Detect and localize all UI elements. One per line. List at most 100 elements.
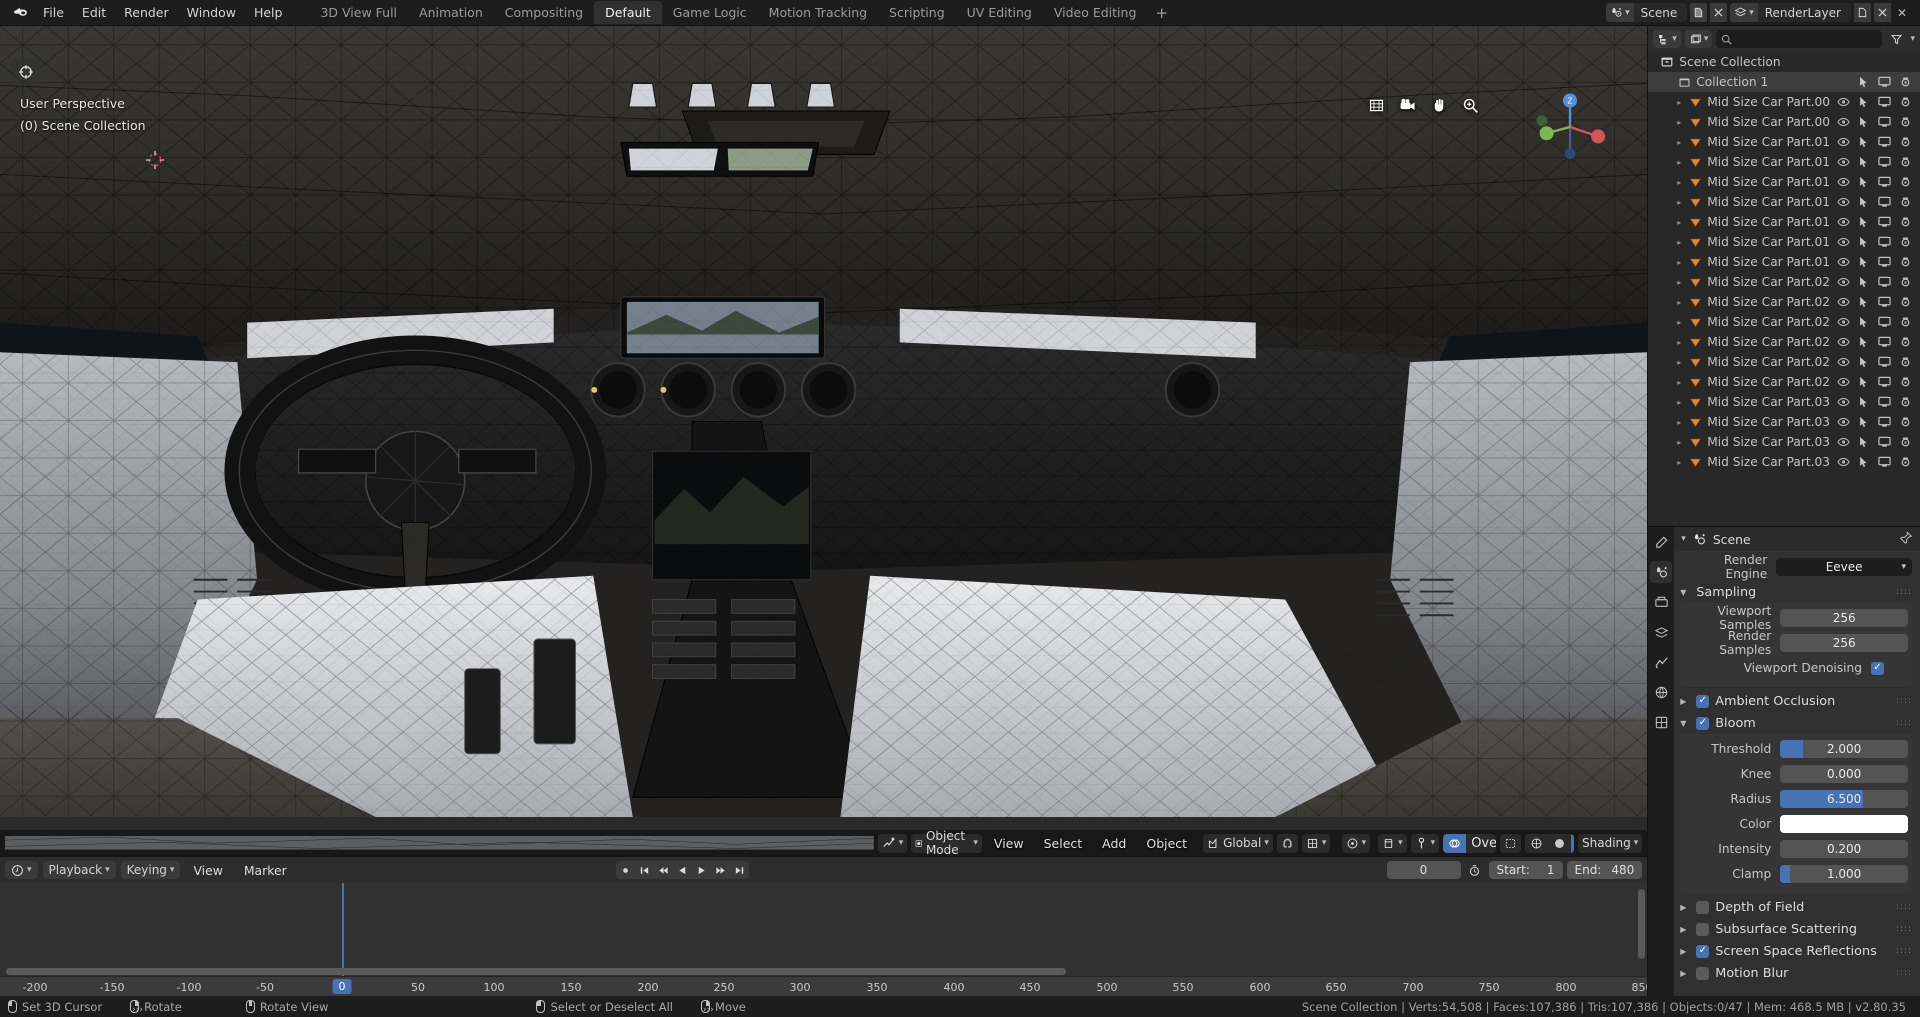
outliner-row-collection-1[interactable]: Collection 1 [1648,72,1920,92]
mode-selector[interactable]: Object Mode ▾ [911,829,982,857]
monitor-viewport-icon[interactable] [1874,236,1895,248]
current-frame-field[interactable]: 0 [1386,861,1461,879]
material-preview-icon[interactable] [1571,833,1574,853]
eye-visibility-icon[interactable] [1834,417,1853,427]
bloom-color-swatch[interactable] [1780,815,1908,833]
camera-view-icon[interactable] [1399,96,1417,114]
depth-of-field-panel-header[interactable]: ▶ Depth of Field :::: [1680,896,1912,918]
cursor-selectable-icon[interactable] [1853,116,1874,128]
subsurface-scattering-panel-header[interactable]: ▶ Subsurface Scattering :::: [1680,918,1912,940]
properties-tab-view-layer[interactable] [1650,621,1672,643]
auto-keying-icon[interactable] [1465,864,1485,877]
eye-visibility-icon[interactable] [1834,137,1853,147]
outliner-row-object[interactable]: ▸ Mid Size Car Part.01 [1648,132,1920,152]
timeline-horizontal-scrollbar[interactable] [6,968,1066,975]
outliner-row-object[interactable]: ▸ Mid Size Car Part.02 [1648,272,1920,292]
properties-type-chevron-icon[interactable]: ▾ [1681,534,1686,544]
properties-tab-scene[interactable] [1650,651,1672,673]
outliner-row-object[interactable]: ▸ Mid Size Car Part.01 [1648,192,1920,212]
properties-tab-tool[interactable] [1650,531,1672,553]
eye-visibility-icon[interactable] [1834,257,1853,267]
camera-render-icon[interactable] [1895,116,1916,128]
screen-space-reflections-checkbox[interactable] [1696,944,1710,958]
viewport-menu-select[interactable]: Select [1036,834,1091,853]
outliner-row-object[interactable]: ▸ Mid Size Car Part.02 [1648,372,1920,392]
eye-visibility-icon[interactable] [1834,177,1853,187]
monitor-viewport-icon[interactable] [1874,356,1895,368]
camera-render-icon[interactable] [1895,436,1916,448]
cursor-selectable-icon[interactable] [1853,216,1874,228]
cursor-selectable-icon[interactable] [1853,416,1874,428]
camera-render-icon[interactable] [1895,336,1916,348]
shading-mode-group[interactable] [1525,833,1574,853]
hand-pan-icon[interactable] [1431,97,1448,114]
monitor-viewport-icon[interactable] [1874,136,1895,148]
proportional-editing-toggle[interactable]: ▾ [1341,833,1371,853]
outliner-row-object[interactable]: ▸ Mid Size Car Part.02 [1648,292,1920,312]
solid-shading-icon[interactable] [1548,834,1571,853]
monitor-viewport-icon[interactable] [1874,76,1895,88]
workspace-tab-motion-tracking[interactable]: Motion Tracking [758,1,878,24]
monitor-viewport-icon[interactable] [1874,316,1895,328]
cursor-selectable-icon[interactable] [1853,316,1874,328]
outliner-row-scene-collection[interactable]: Scene Collection [1648,52,1920,72]
render-engine-dropdown[interactable]: Eevee ▾ [1776,558,1912,576]
sampling-panel-header[interactable]: ▼ Sampling :::: [1680,581,1912,603]
outliner-display-mode-selector[interactable]: ▾ [1653,30,1681,48]
end-frame-field[interactable]: End: 480 [1566,861,1643,879]
cursor-selectable-icon[interactable] [1853,456,1874,468]
wireframe-shading-icon[interactable] [1525,834,1548,853]
eye-visibility-icon[interactable] [1834,117,1853,127]
eye-visibility-icon[interactable] [1834,377,1853,387]
subsurface-scattering-checkbox[interactable] [1696,922,1710,936]
workspace-tab-scripting[interactable]: Scripting [878,1,956,24]
new-scene-button[interactable] [1690,3,1708,22]
remove-view-layer-button[interactable] [1873,3,1891,22]
outliner-id-type-filter[interactable]: ▾ [1684,30,1713,48]
toggle-camera-perspective-icon[interactable] [1368,97,1385,114]
properties-tab-texture[interactable] [1650,711,1672,733]
camera-render-icon[interactable] [1895,136,1916,148]
window-close-icon[interactable]: ✕ [1894,6,1912,20]
camera-render-icon[interactable] [1895,276,1916,288]
bloom-knee-slider[interactable]: 0.000 [1780,765,1908,783]
cursor-selectable-icon[interactable] [1853,336,1874,348]
outliner-row-object[interactable]: ▸ Mid Size Car Part.02 [1648,312,1920,332]
snap-magnet-toggle[interactable] [1276,833,1298,853]
editor-type-selector[interactable]: ▾ [877,833,908,853]
cursor-selectable-icon[interactable] [1853,196,1874,208]
eye-visibility-icon[interactable] [1834,437,1853,447]
cursor-selectable-icon[interactable] [1853,76,1874,88]
blender-logo-icon[interactable] [4,0,34,26]
overlays-label-wrap[interactable]: Overlays ▾ [1466,834,1496,853]
cursor-selectable-icon[interactable] [1853,436,1874,448]
3d-viewport[interactable]: User Perspective (0) Scene Collection Z [0,26,1648,830]
workspace-tab-game-logic[interactable]: Game Logic [662,1,758,24]
monitor-viewport-icon[interactable] [1874,456,1895,468]
camera-render-icon[interactable] [1895,96,1916,108]
workspace-tab-compositing[interactable]: Compositing [494,1,594,24]
workspace-tab-default[interactable]: Default [594,1,662,24]
menu-file[interactable]: File [34,2,73,23]
camera-render-icon[interactable] [1895,156,1916,168]
bloom-threshold-slider[interactable]: 2.000 [1780,740,1908,758]
cursor-selectable-icon[interactable] [1853,156,1874,168]
bloom-radius-slider[interactable]: 6.500 [1780,790,1908,808]
monitor-viewport-icon[interactable] [1874,96,1895,108]
jump-to-end-button[interactable] [729,861,749,879]
cursor-selectable-icon[interactable] [1853,376,1874,388]
overlays-toggle-icon[interactable] [1443,833,1467,853]
outliner-row-object[interactable]: ▸ Mid Size Car Part.00 [1648,92,1920,112]
eye-visibility-icon[interactable] [1834,337,1853,347]
eye-visibility-icon[interactable] [1834,297,1853,307]
jump-to-start-button[interactable] [634,861,654,879]
start-frame-field[interactable]: Start: 1 [1488,861,1563,879]
camera-render-icon[interactable] [1895,456,1916,468]
keying-popover[interactable]: Keying ▾ [120,861,181,879]
cursor-selectable-icon[interactable] [1853,296,1874,308]
properties-tab-world[interactable] [1650,681,1672,703]
outliner-row-object[interactable]: ▸ Mid Size Car Part.02 [1648,332,1920,352]
monitor-viewport-icon[interactable] [1874,416,1895,428]
menu-window[interactable]: Window [178,2,245,23]
toggle-xray-button[interactable] [1500,833,1522,853]
